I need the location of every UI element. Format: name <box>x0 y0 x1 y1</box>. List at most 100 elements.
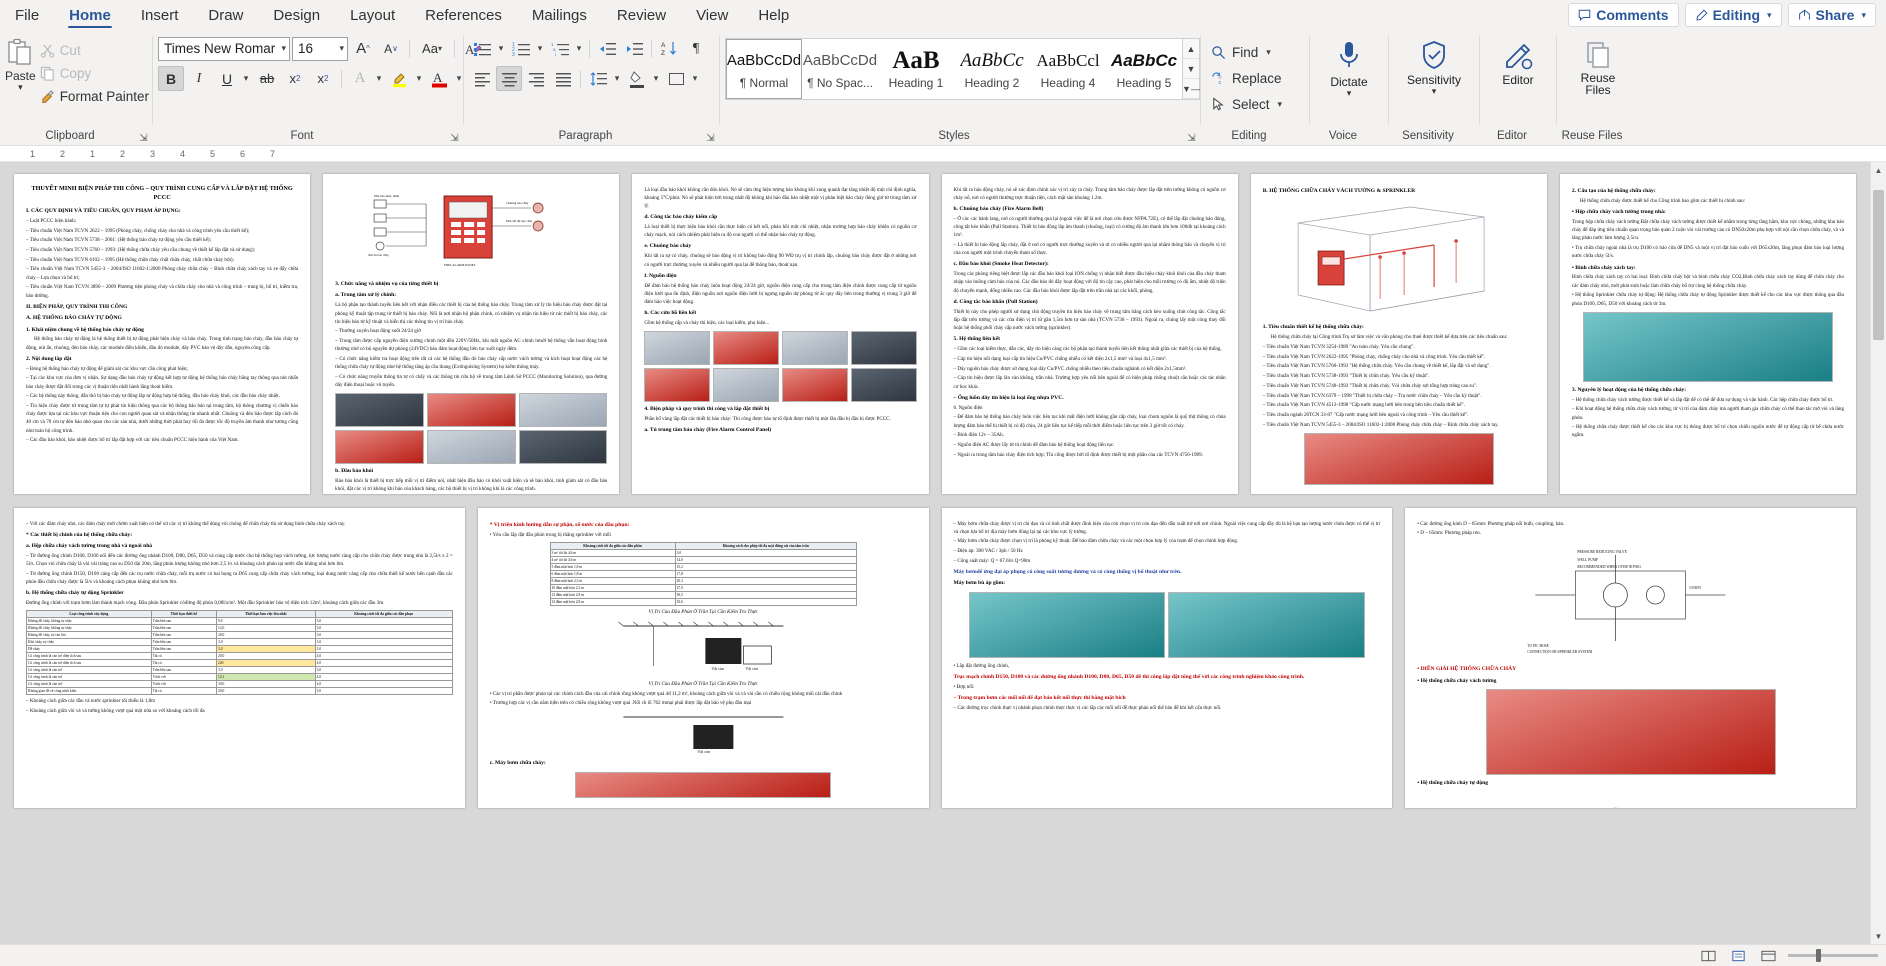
tab-home[interactable]: Home <box>54 0 126 30</box>
style-heading-2[interactable]: AaBbCc Heading 2 <box>954 39 1030 99</box>
chevron-down-icon[interactable]: ▾ <box>495 43 507 54</box>
find-button[interactable]: Find ▾ <box>1206 40 1287 64</box>
chevron-down-icon[interactable]: ▾ <box>573 43 585 54</box>
font-color-button[interactable]: A <box>427 66 453 91</box>
bullets-button[interactable] <box>469 36 495 61</box>
style-heading-5[interactable]: AaBbCc Heading 5 <box>1106 39 1182 99</box>
tab-draw[interactable]: Draw <box>193 0 258 30</box>
tab-help[interactable]: Help <box>743 0 804 30</box>
share-button[interactable]: Share ▾ <box>1787 3 1876 27</box>
ribbon-group-styles: AaBbCcDd ¶ Normal AaBbCcDd ¶ No Spac... … <box>720 30 1200 145</box>
comments-button[interactable]: Comments <box>1568 3 1679 27</box>
font-dialog-launcher[interactable]: ⇲ <box>449 133 460 144</box>
dictate-button[interactable]: Dictate ▾ <box>1316 36 1382 98</box>
page4-p-6: – Gồm các loại kiểm thực, dẫn các, dây t… <box>953 346 1222 353</box>
chevron-down-icon[interactable]: ▾ <box>650 73 662 84</box>
chevron-down-icon[interactable]: ▾ <box>689 73 701 84</box>
align-left-button[interactable] <box>469 66 495 91</box>
shading-button[interactable] <box>624 66 650 91</box>
bold-button[interactable]: B <box>158 66 184 91</box>
italic-button[interactable]: I <box>186 66 212 91</box>
text-highlight-button[interactable] <box>387 66 413 91</box>
decrease-indent-button[interactable] <box>594 36 620 61</box>
styles-more-button[interactable]: ▼― <box>1182 79 1200 99</box>
paste-button[interactable]: Paste ▾ <box>5 36 36 92</box>
web-layout-button[interactable] <box>1758 948 1778 964</box>
document-page-9[interactable]: – Máy bơm chữa cháy được vị trí chi đạo … <box>941 508 1393 808</box>
styles-scroll-up[interactable]: ▲ <box>1183 39 1199 59</box>
document-page-10[interactable]: • Các đường ống kính D – 65mm: Phương ph… <box>1405 508 1856 808</box>
chevron-down-icon[interactable]: ▾ <box>611 73 623 84</box>
document-page-6[interactable]: 2. Cấu tạo của hệ thống chữa cháy: Hệ th… <box>1559 174 1857 494</box>
line-spacing-button[interactable] <box>585 66 611 91</box>
superscript-button[interactable]: x2 <box>310 66 336 91</box>
scroll-down-arrow[interactable]: ▼ <box>1871 928 1886 944</box>
sensitivity-button[interactable]: Sensitivity ▾ <box>1395 36 1473 96</box>
tab-view[interactable]: View <box>681 0 743 30</box>
align-center-button[interactable] <box>496 66 522 91</box>
chevron-down-icon[interactable]: ▾ <box>373 73 385 84</box>
style-heading-4[interactable]: AaBbCcl Heading 4 <box>1030 39 1106 99</box>
strikethrough-button[interactable]: ab <box>254 66 280 91</box>
style-heading-1[interactable]: AaB Heading 1 <box>878 39 954 99</box>
styles-scroll-down[interactable]: ▼ <box>1183 59 1199 79</box>
document-page-3[interactable]: Là loại đầu báo khói không cần đón khói.… <box>632 174 929 494</box>
document-page-7[interactable]: – Với các đám cháy nhỏ, các đám cháy mới… <box>14 508 465 808</box>
grow-font-button[interactable]: A ^ <box>350 36 376 61</box>
text-effects-button[interactable]: A <box>347 66 373 91</box>
tab-insert[interactable]: Insert <box>126 0 194 30</box>
borders-button[interactable] <box>663 66 689 91</box>
subscript-button[interactable]: x2 <box>282 66 308 91</box>
justify-button[interactable] <box>550 66 576 91</box>
style-no-spacing[interactable]: AaBbCcDd ¶ No Spac... <box>802 39 878 99</box>
tab-file[interactable]: File <box>0 0 54 30</box>
styles-dialog-launcher[interactable]: ⇲ <box>1186 133 1197 144</box>
align-right-button[interactable] <box>523 66 549 91</box>
scroll-up-arrow[interactable]: ▲ <box>1871 162 1886 178</box>
increase-indent-button[interactable] <box>621 36 647 61</box>
font-size-combo[interactable]: 16 ▾ <box>292 36 348 61</box>
editing-mode-button[interactable]: Editing ▾ <box>1684 3 1782 27</box>
tab-review[interactable]: Review <box>602 0 681 30</box>
tab-layout[interactable]: Layout <box>335 0 410 30</box>
scrollbar-thumb[interactable] <box>1873 190 1884 340</box>
document-page-2[interactable]: Đầu báo khói, nhiệt Chuông báo cháy Đèn … <box>323 174 620 494</box>
style-normal[interactable]: AaBbCcDd ¶ Normal <box>726 39 802 99</box>
cell: Trần bên sau <box>150 624 218 633</box>
shrink-font-button[interactable]: A ∨ <box>378 36 404 61</box>
print-layout-button[interactable] <box>1728 948 1748 964</box>
sort-button[interactable]: AZ <box>656 36 682 61</box>
clipboard-dialog-launcher[interactable]: ⇲ <box>138 133 149 144</box>
zoom-slider[interactable] <box>1788 949 1878 962</box>
multilevel-list-button[interactable]: 1ai <box>547 36 573 61</box>
replace-button[interactable]: bc Replace <box>1206 66 1287 90</box>
editor-button[interactable]: Editor <box>1485 36 1551 87</box>
table-row: Dễ cháy Trần bên sau 3,0 3,0 <box>26 645 453 654</box>
document-page-1[interactable]: THUYẾT MINH BIỆN PHÁP THI CÔNG – QUY TRÌ… <box>14 174 311 494</box>
chevron-down-icon[interactable]: ▾ <box>413 73 425 84</box>
underline-button[interactable]: U <box>214 66 240 91</box>
tab-references[interactable]: References <box>410 0 517 30</box>
copy-button[interactable]: Copy <box>36 62 153 84</box>
tab-mailings[interactable]: Mailings <box>517 0 602 30</box>
document-page-8[interactable]: * Vị tríên kính hướng dẫn sự phận, số nư… <box>477 508 929 808</box>
read-mode-button[interactable] <box>1698 948 1718 964</box>
reuse-files-button[interactable]: Reuse Files <box>1565 36 1631 97</box>
chevron-down-icon[interactable]: ▾ <box>240 73 252 84</box>
show-formatting-marks-button[interactable]: ¶ <box>683 36 709 61</box>
numbering-button[interactable]: 123 <box>508 36 534 61</box>
document-page-4[interactable]: Khi tất ra báo động cháy, nó sẽ xác định… <box>941 174 1238 494</box>
vertical-scrollbar[interactable]: ▲ ▼ <box>1870 162 1886 944</box>
chevron-down-icon[interactable]: ▾ <box>534 43 546 54</box>
paragraph-dialog-launcher[interactable]: ⇲ <box>705 133 716 144</box>
font-name-combo[interactable]: Times New Romar ▾ <box>158 36 290 61</box>
document-page-5[interactable]: B. HỆ THỐNG CHỮA CHÁY VÁCH TƯỜNG & SPRIN… <box>1250 174 1547 494</box>
horizontal-ruler[interactable]: 1 2 1 2 3 4 5 6 7 <box>0 146 1886 162</box>
tab-design[interactable]: Design <box>258 0 335 30</box>
styles-scrollbar[interactable]: ▲ ▼ ▼― <box>1182 38 1200 100</box>
zoom-slider-knob[interactable] <box>1816 949 1821 962</box>
change-case-button[interactable]: Aa ▾ <box>415 36 449 61</box>
cut-button[interactable]: Cut <box>36 39 153 61</box>
format-painter-button[interactable]: Format Painter <box>36 85 153 107</box>
select-button[interactable]: Select ▾ <box>1206 92 1287 116</box>
